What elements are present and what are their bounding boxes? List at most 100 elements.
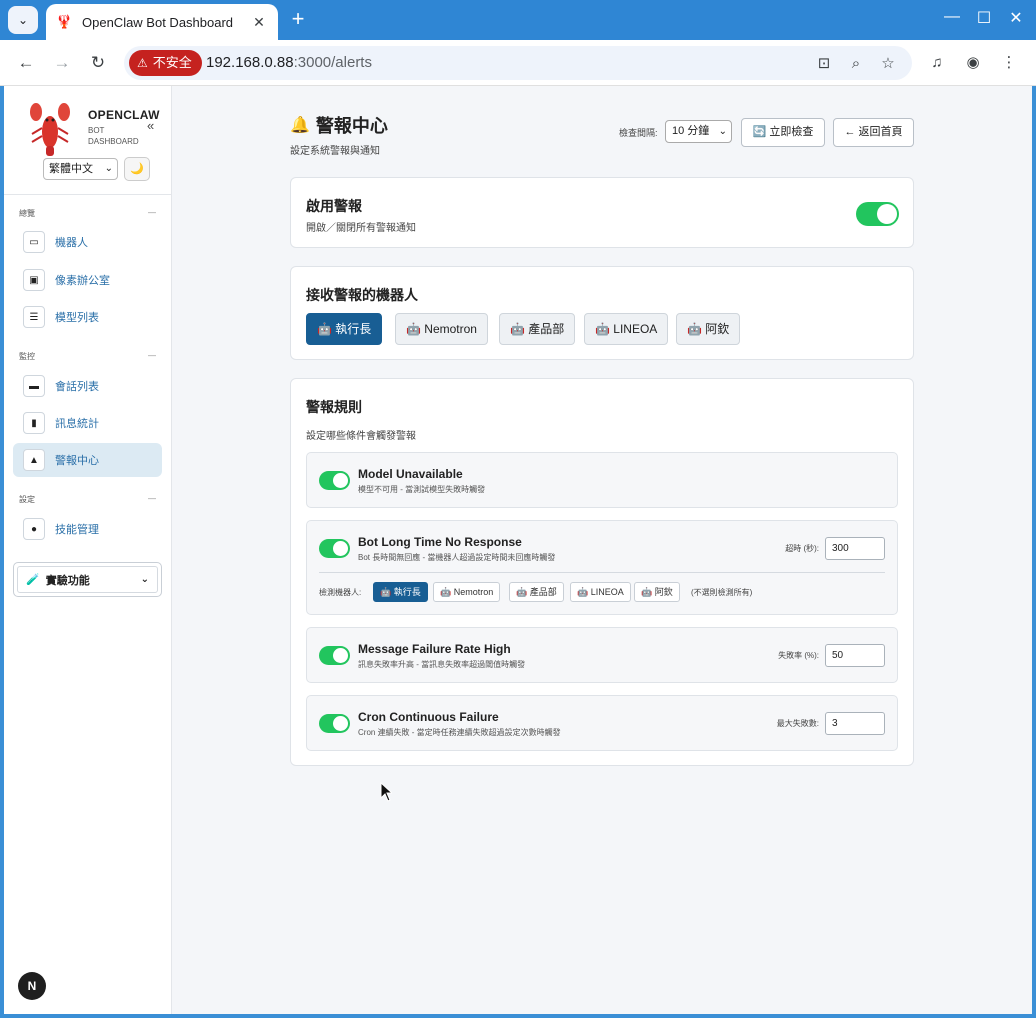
detect-chip-achin[interactable]: 🤖 阿欽	[634, 582, 680, 602]
tab-search-chevron-icon[interactable]: ⌄	[8, 6, 38, 34]
detect-chip-ceo[interactable]: 🤖 執行長	[373, 582, 428, 602]
timeout-input[interactable]: 300	[825, 537, 885, 560]
sidebar-divider	[4, 194, 172, 195]
bot-chip-nemotron[interactable]: 🤖 Nemotron	[395, 313, 488, 345]
sidebar-item-bots[interactable]: ▭ 機器人	[13, 225, 162, 259]
sidebar-item-label: 模型列表	[55, 312, 99, 324]
toggle-knob	[333, 473, 348, 488]
chevron-down-icon: ⌄	[104, 163, 113, 174]
failure-rate-input[interactable]: 50	[825, 644, 885, 667]
section-label: 監控	[19, 352, 35, 361]
address-bar[interactable]: ⚠ 不安全 192.168.0.88:3000/alerts ⊡ ⌕ ☆	[124, 46, 912, 80]
url-text[interactable]: 192.168.0.88:3000/alerts	[206, 54, 372, 71]
security-chip[interactable]: ⚠ 不安全	[129, 50, 202, 76]
sidebar-item-label: 訊息統計	[55, 418, 99, 430]
sidebar-item-skills[interactable]: ● 技能管理	[13, 512, 162, 546]
robot-icon: ▭	[23, 231, 45, 253]
alert-bots-title: 接收警報的機器人	[306, 287, 418, 303]
chat-icon: ▬	[23, 375, 45, 397]
back-arrow-icon[interactable]: ←	[14, 51, 38, 75]
sidebar-item-label: 警報中心	[55, 455, 99, 467]
page-header: 🔔 警報中心 設定系統警報與通知	[290, 112, 388, 157]
section-collapse-icon: —	[148, 494, 156, 503]
sidebar-item-label: 會話列表	[55, 381, 99, 393]
rule-toggle[interactable]	[319, 539, 350, 558]
timeout-label: 超時 (秒):	[785, 544, 819, 553]
bot-chip-lineoa[interactable]: 🤖 LINEOA	[584, 313, 669, 345]
chevron-down-icon: ⌄	[140, 574, 149, 585]
url-path: :3000/alerts	[293, 54, 372, 71]
detect-chip-product[interactable]: 🤖 產品部	[509, 582, 564, 602]
detect-chip-lineoa[interactable]: 🤖 LINEOA	[570, 582, 631, 602]
browser-titlebar: ⌄ 🦞 OpenClaw Bot Dashboard ✕ + — ☐ ✕	[0, 0, 1036, 40]
experimental-features-button[interactable]: 🧪 實驗功能 ⌄	[13, 562, 162, 597]
check-now-button[interactable]: 🔄 立即檢查	[741, 118, 825, 147]
maximize-icon[interactable]: ☐	[972, 8, 996, 28]
translate-icon[interactable]: ⊡	[814, 54, 834, 74]
profile-icon[interactable]: ◉	[962, 52, 984, 74]
window-close-icon[interactable]: ✕	[1004, 8, 1028, 28]
collapse-sidebar-icon[interactable]: «	[147, 118, 154, 133]
section-settings[interactable]: 設定 —	[19, 494, 156, 505]
max-failures-label: 最大失敗數:	[776, 719, 819, 728]
section-monitor[interactable]: 監控 —	[19, 351, 156, 362]
reload-icon[interactable]: ↻	[86, 51, 110, 75]
sidebar-item-alerts[interactable]: ▲ 警報中心	[13, 443, 162, 477]
rule-name: Bot Long Time No Response	[358, 535, 522, 549]
test-tube-icon: 🧪	[26, 574, 40, 586]
section-overview[interactable]: 總覽 —	[19, 208, 156, 219]
interval-select[interactable]: 10 分鐘 ⌄	[665, 120, 732, 143]
zoom-icon[interactable]: ⌕	[846, 54, 866, 74]
enable-alerts-card: 啟用警報 開啟／關閉所有警報通知	[290, 177, 914, 248]
experimental-label: 實驗功能	[45, 574, 90, 587]
minimize-icon[interactable]: —	[940, 8, 964, 26]
sidebar-item-sessions[interactable]: ▬ 會話列表	[13, 369, 162, 403]
bot-chip-ceo[interactable]: 🤖 執行長	[306, 313, 383, 345]
enable-alerts-title: 啟用警報	[306, 198, 362, 214]
theme-toggle-moon-icon[interactable]: 🌙	[124, 157, 150, 181]
bell-icon: 🔔	[290, 117, 310, 134]
max-failures-input[interactable]: 3	[825, 712, 885, 735]
sidebar-item-models[interactable]: ☰ 模型列表	[13, 300, 162, 334]
bot-chip-achin[interactable]: 🤖 阿欽	[676, 313, 741, 345]
browser-tab[interactable]: 🦞 OpenClaw Bot Dashboard ✕	[46, 4, 278, 40]
security-label: 不安全	[152, 55, 192, 70]
next-dev-badge[interactable]: N	[18, 972, 46, 1000]
bot-chip-product[interactable]: 🤖 產品部	[499, 313, 576, 345]
language-select[interactable]: 繁體中文 ⌄	[43, 158, 118, 180]
rule-toggle[interactable]	[319, 471, 350, 490]
rule-name: Message Failure Rate High	[358, 642, 511, 656]
media-controls-icon[interactable]: ♫	[926, 52, 948, 74]
sidebar-item-label: 技能管理	[55, 524, 99, 536]
toggle-knob	[877, 204, 897, 224]
chart-icon: ▮	[23, 412, 45, 434]
lobster-logo-icon	[30, 103, 70, 156]
alert-rules-title: 警報規則	[306, 399, 362, 415]
back-home-button[interactable]: ← 返回首頁	[833, 118, 914, 147]
chevron-down-icon: ⌄	[718, 126, 727, 137]
rule-bot-no-response: Bot Long Time No Response Bot 長時間無回應 - 當…	[306, 520, 898, 615]
section-collapse-icon: —	[148, 208, 156, 217]
rule-name: Cron Continuous Failure	[358, 710, 499, 724]
detect-chip-nemotron[interactable]: 🤖 Nemotron	[433, 582, 501, 602]
section-label: 總覽	[19, 209, 35, 218]
browser-toolbar: ← → ↻ ⚠ 不安全 192.168.0.88:3000/alerts ⊡ ⌕…	[0, 40, 1036, 86]
rule-desc: 模型不可用 - 當測試模型失敗時觸發	[358, 485, 486, 494]
tab-close-icon[interactable]: ✕	[250, 14, 268, 31]
lobster-favicon-icon: 🦞	[56, 14, 73, 29]
app-viewport: OPENCLAW BOT DASHBOARD « 繁體中文 ⌄ 🌙 總覽 — ▭ …	[4, 86, 1032, 1014]
new-tab-plus-icon[interactable]: +	[284, 6, 312, 34]
rule-toggle[interactable]	[319, 714, 350, 733]
bookmark-star-icon[interactable]: ☆	[878, 54, 898, 74]
detect-hint: (不選則檢測所有)	[691, 588, 753, 597]
rule-divider	[319, 572, 885, 573]
sidebar-item-message-stats[interactable]: ▮ 訊息統計	[13, 406, 162, 440]
forward-arrow-icon[interactable]: →	[50, 51, 74, 75]
experimental-features-inner: 🧪 實驗功能 ⌄	[17, 566, 158, 593]
interval-label: 檢查間隔:	[619, 128, 658, 138]
browser-menu-icon[interactable]: ⋮	[998, 52, 1020, 74]
sidebar-item-pixel-office[interactable]: ▣ 像素辦公室	[13, 263, 162, 297]
toggle-knob	[333, 716, 348, 731]
enable-alerts-toggle[interactable]	[856, 202, 899, 226]
rule-toggle[interactable]	[319, 646, 350, 665]
